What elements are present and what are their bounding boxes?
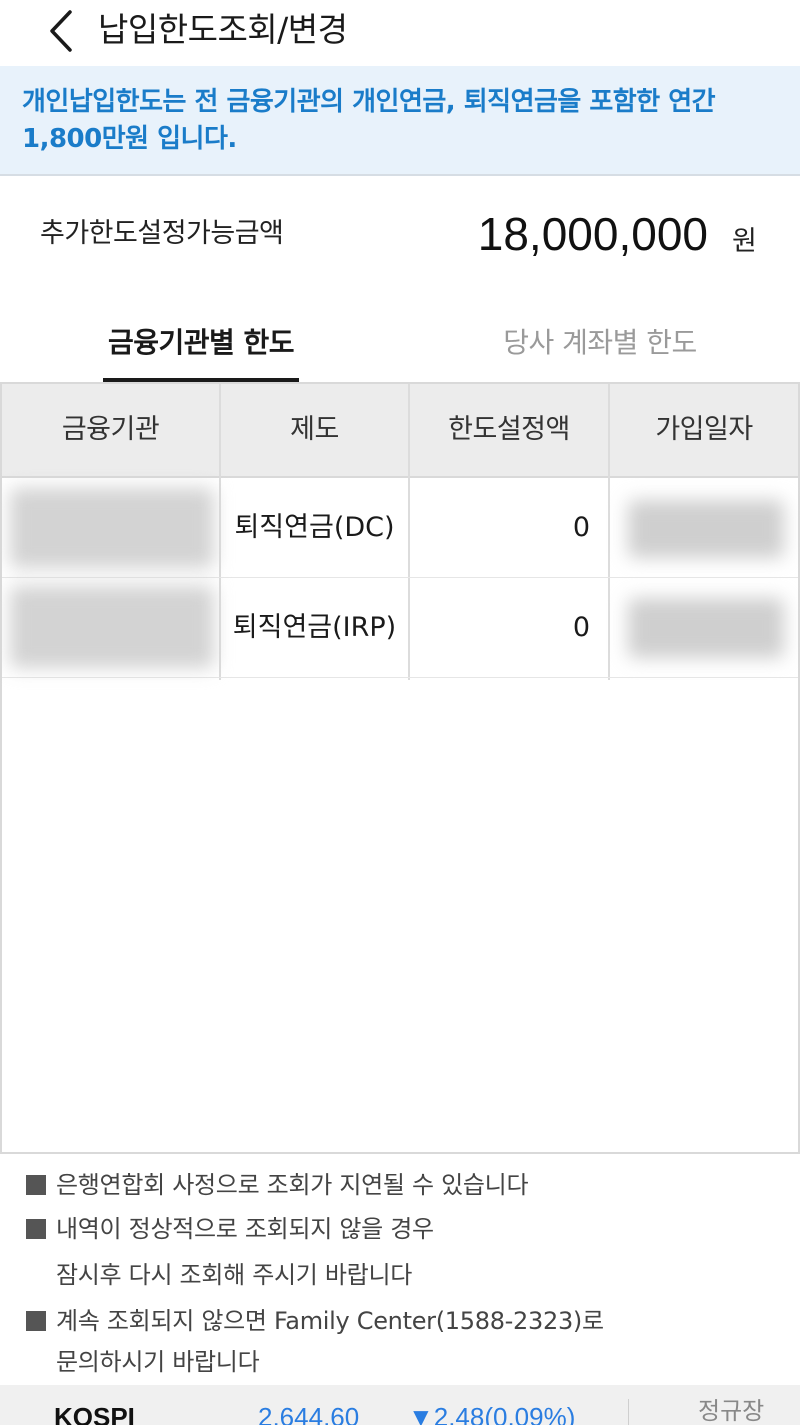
redacted-join-date: [628, 500, 784, 558]
notice-text: 개인납입한도는 전 금융기관의 개인연금, 퇴직연금을 포함한 연간 1,800…: [22, 87, 716, 154]
footnote-item: 내역이 정상적으로 조회되지 않을 경우: [26, 1212, 434, 1246]
tab-account-limit[interactable]: 당사 계좌별 한도: [480, 310, 720, 382]
footnote-text-continued: 문의하시기 바랍니다: [56, 1348, 260, 1376]
ticker-change: ▼2.48(0.09%): [408, 1402, 576, 1425]
tab-institution-limit[interactable]: 금융기관별 한도: [103, 310, 299, 382]
ticker-value: 2,644.60: [258, 1402, 360, 1425]
redacted-institution: [10, 586, 214, 668]
table-header: 금융기관 제도 한도설정액 가입일자: [2, 384, 798, 478]
column-header-institution: 금융기관: [61, 414, 160, 445]
notice-banner: 개인납입한도는 전 금융기관의 개인연금, 퇴직연금을 포함한 연간 1,800…: [0, 66, 800, 176]
table-row[interactable]: 퇴직연금(DC) 0: [2, 478, 798, 578]
footnote-text-continued: 잠시후 다시 조회해 주시기 바랍니다: [56, 1261, 413, 1289]
redacted-join-date: [628, 598, 784, 658]
footnote-text: 은행연합회 사정으로 조회가 지연될 수 있습니다: [56, 1171, 529, 1199]
square-bullet-icon: [26, 1175, 46, 1195]
limit-cell: 0: [572, 512, 590, 543]
column-header-join-date: 가입일자: [655, 414, 753, 445]
currency-unit: 원: [732, 226, 757, 257]
redacted-institution: [10, 488, 214, 568]
footnote-item: 계속 조회되지 않으면 Family Center(1588-2323)로: [26, 1304, 604, 1338]
available-limit-amount: 18,000,000: [477, 208, 708, 260]
back-button[interactable]: [40, 6, 84, 56]
app-header: 납입한도조회/변경: [0, 0, 800, 66]
column-header-plan: 제도: [290, 414, 339, 445]
plan-cell: 퇴직연금(DC): [234, 512, 395, 543]
limit-cell: 0: [572, 612, 590, 643]
available-limit-row: 추가한도설정가능금액 18,000,000 원: [0, 178, 800, 298]
ticker-index-name: KOSPI: [54, 1402, 135, 1425]
ticker-session: 정규장: [698, 1397, 765, 1425]
plan-cell: 퇴직연금(IRP): [232, 612, 397, 643]
page-title: 납입한도조회/변경: [98, 10, 348, 49]
footnotes: 은행연합회 사정으로 조회가 지연될 수 있습니다 내역이 정상적으로 조회되지…: [0, 1160, 800, 1385]
square-bullet-icon: [26, 1219, 46, 1239]
limit-tabs: 금융기관별 한도 당사 계좌별 한도: [0, 310, 800, 382]
footnote-item: 은행연합회 사정으로 조회가 지연될 수 있습니다: [26, 1168, 529, 1202]
footnote-text: 내역이 정상적으로 조회되지 않을 경우: [56, 1215, 434, 1243]
table-row[interactable]: 퇴직연금(IRP) 0: [2, 578, 798, 678]
square-bullet-icon: [26, 1311, 46, 1331]
footnote-text: 계속 조회되지 않으면 Family Center(1588-2323)로: [56, 1307, 604, 1335]
chevron-left-icon: [50, 10, 72, 52]
market-ticker[interactable]: KOSPI 2,644.60 ▼2.48(0.09%) 정규장: [0, 1385, 800, 1425]
limit-table: 금융기관 제도 한도설정액 가입일자 퇴직연금(DC) 0 퇴직연금(IRP) …: [0, 382, 800, 1154]
column-header-limit: 한도설정액: [448, 414, 570, 445]
available-limit-label: 추가한도설정가능금액: [40, 218, 284, 249]
ticker-divider: [628, 1399, 629, 1425]
